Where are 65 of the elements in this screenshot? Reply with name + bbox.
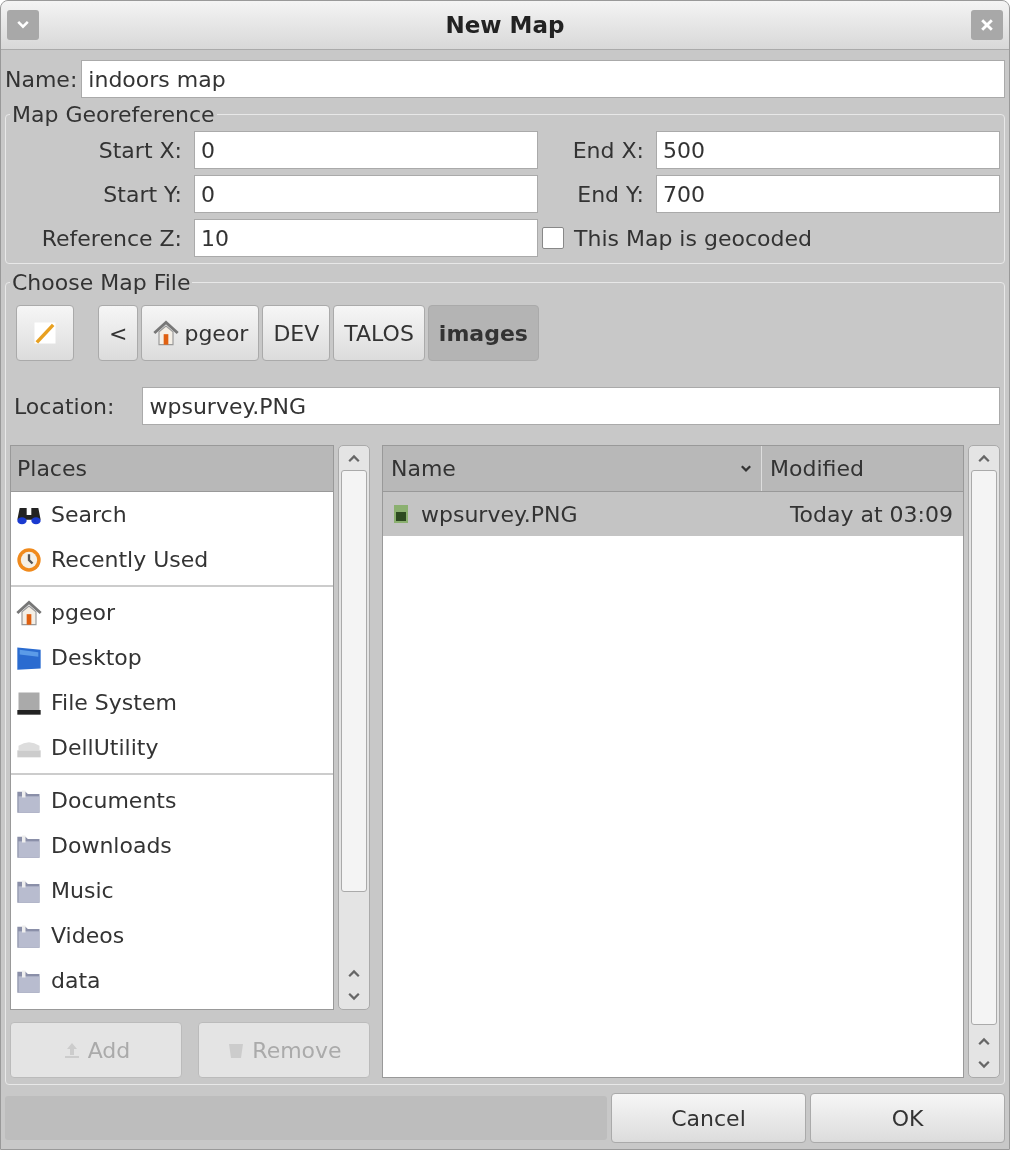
place-label: data	[51, 968, 101, 993]
name-field[interactable]: indoors map	[81, 60, 1005, 98]
location-field[interactable]: wpsurvey.PNG	[142, 387, 1000, 425]
input-field[interactable]: 0	[194, 131, 538, 169]
edit-button[interactable]	[16, 305, 74, 361]
place-item[interactable]: Search	[11, 492, 333, 537]
place-label: Downloads	[51, 833, 172, 858]
scrollbar[interactable]	[338, 445, 370, 1010]
close-button[interactable]	[971, 10, 1003, 40]
field-label: Reference Z:	[40, 225, 183, 251]
input-field[interactable]: 0	[194, 175, 538, 213]
column-title: Name	[391, 456, 456, 481]
image-file-icon	[393, 504, 409, 524]
close-icon	[979, 17, 995, 33]
path-button[interactable]: DEV	[262, 305, 331, 361]
dialog-button[interactable]: OK	[810, 1093, 1005, 1143]
file-name: wpsurvey.PNG	[421, 501, 579, 527]
file-modified: Today at 03:09	[789, 501, 953, 527]
place-item[interactable]: Downloads	[11, 823, 333, 868]
location-label: Location:	[14, 393, 115, 419]
field-label: Start Y:	[102, 181, 183, 207]
scrollbar[interactable]	[968, 445, 1000, 1078]
place-item[interactable]: Music	[11, 868, 333, 913]
place-label: Search	[51, 502, 127, 527]
input-field[interactable]: 700	[656, 175, 1000, 213]
column-title: Modified	[770, 456, 864, 481]
file-row[interactable]: wpsurvey.PNG Today at 03:09	[383, 492, 963, 536]
column-header[interactable]: Modified	[762, 446, 963, 491]
place-label: DellUtility	[51, 735, 159, 760]
path-button[interactable]: images	[427, 305, 539, 361]
place-item[interactable]: Documents	[11, 778, 333, 823]
place-item[interactable]: Desktop	[11, 635, 333, 680]
window-title: New Map	[445, 12, 565, 38]
field-label: End Y:	[576, 181, 645, 207]
group-title: Choose Map File	[11, 270, 192, 295]
group-title: Map Georeference	[11, 102, 216, 127]
checkbox-label: This Map is geocoded	[574, 225, 812, 251]
column-header[interactable]: Places	[11, 446, 333, 492]
home-icon	[15, 598, 43, 627]
place-label: Videos	[51, 923, 125, 948]
home-icon	[152, 319, 181, 347]
place-label: Music	[51, 878, 114, 903]
place-item[interactable]: Videos	[11, 913, 333, 958]
field-label: Start X:	[97, 137, 183, 163]
back-button[interactable]: <	[98, 305, 139, 361]
input-field[interactable]: 500	[656, 131, 1000, 169]
place-item[interactable]: Recently Used	[11, 537, 333, 582]
place-label: File System	[51, 690, 177, 715]
column-header[interactable]: Name	[383, 446, 762, 491]
checkbox[interactable]	[542, 227, 564, 249]
place-item[interactable]: pgeor	[11, 590, 333, 635]
field-label: End X:	[571, 137, 645, 163]
dialog-button[interactable]: Cancel	[611, 1093, 806, 1143]
place-item[interactable]: File System	[11, 680, 333, 725]
input-field[interactable]: 10	[194, 219, 538, 257]
place-label: Desktop	[51, 645, 142, 670]
place-label: Documents	[51, 788, 177, 813]
name-label: Name:	[5, 66, 78, 92]
path-button[interactable]: TALOS	[333, 305, 425, 361]
place-label: Recently Used	[51, 547, 209, 572]
place-item[interactable]: DellUtility	[11, 725, 333, 770]
place-item[interactable]: data	[11, 958, 333, 1003]
path-button[interactable]: pgeor	[141, 305, 260, 361]
place-label: pgeor	[51, 600, 115, 625]
clock-icon	[15, 545, 43, 574]
